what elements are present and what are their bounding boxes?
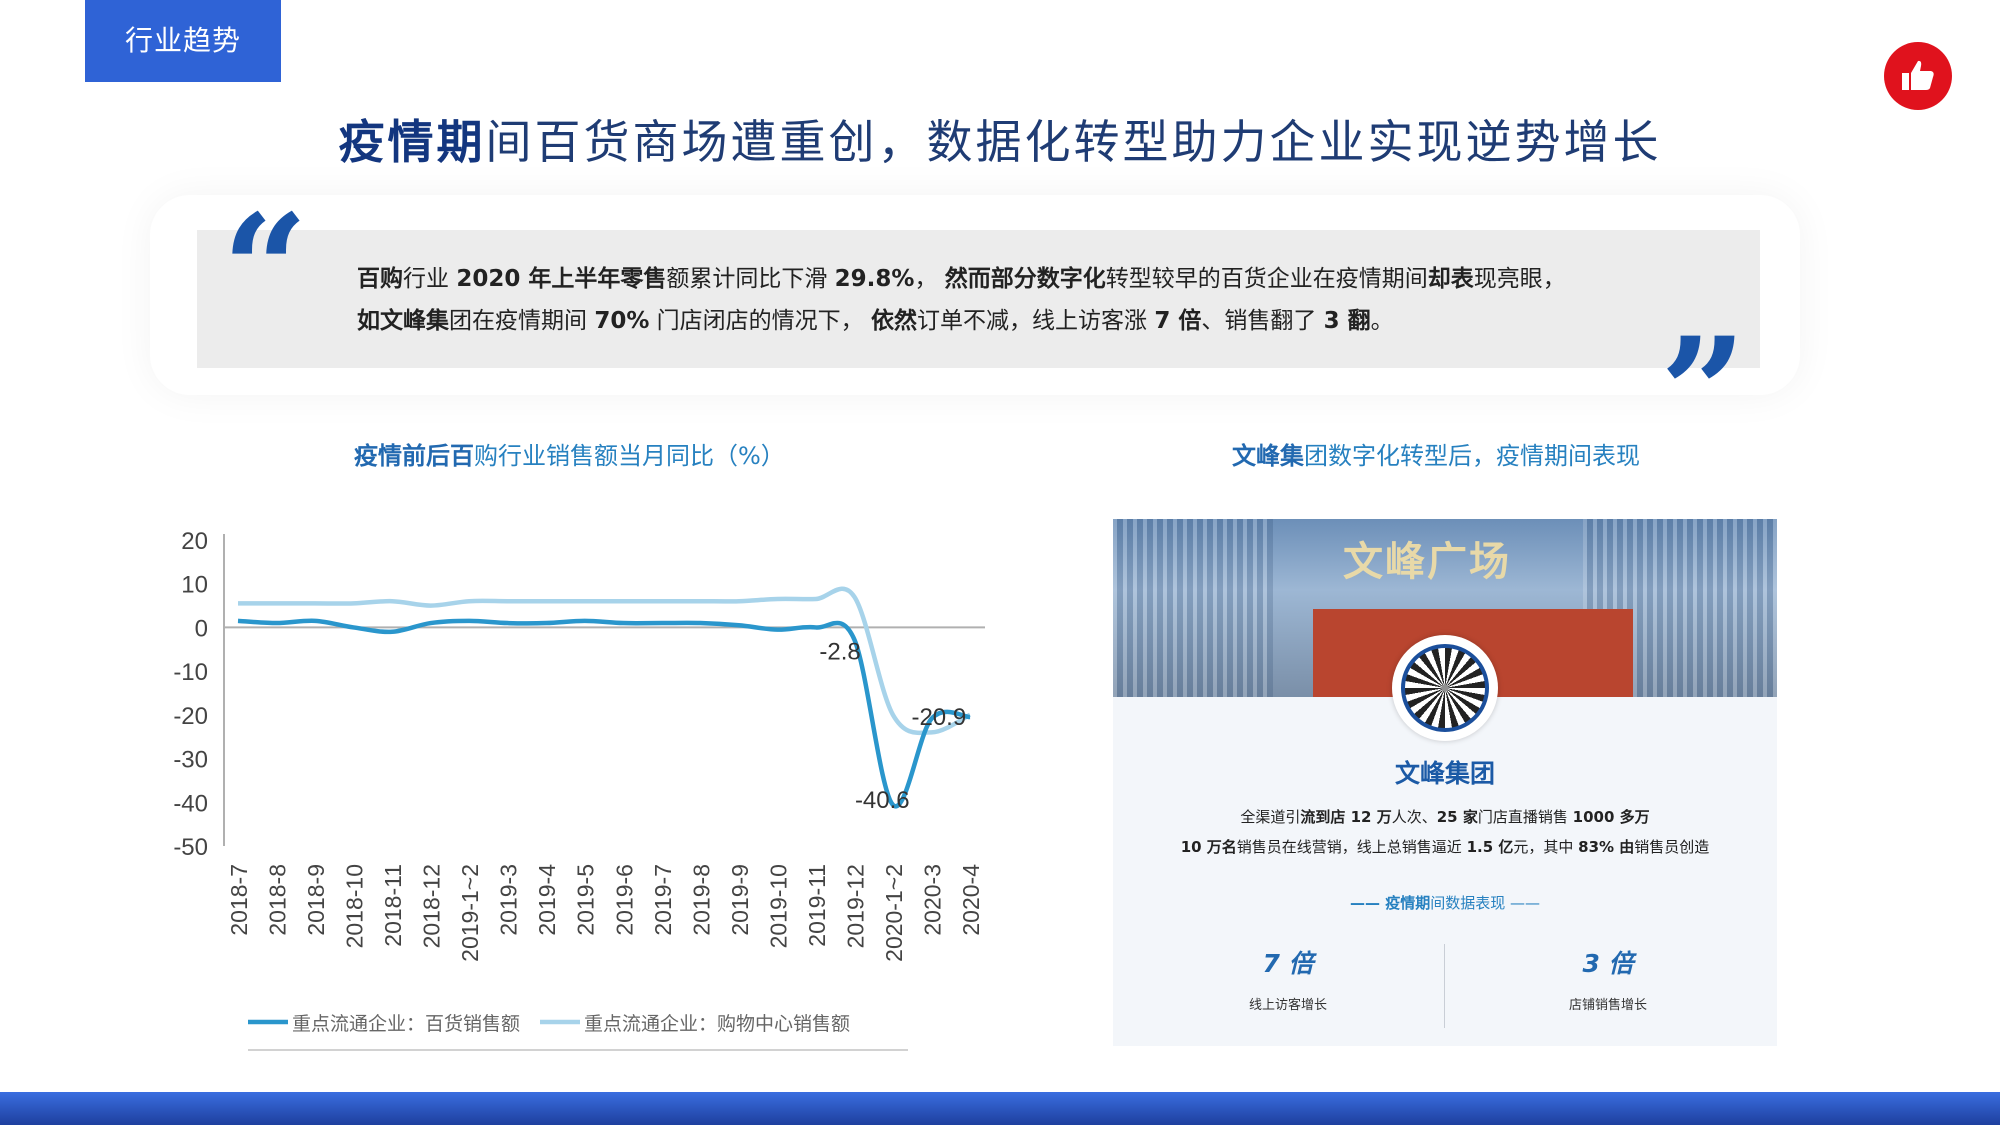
chart-svg: 20 10 0 -10 -20 -30 -40 -50 2018-7 2018-8 2018-9 20… — [173, 528, 985, 1051]
stat-visitors: 7 倍 线上访客增长 — [1188, 944, 1388, 1013]
x-tick-label: 2019-11 — [804, 864, 830, 947]
x-tick-label: 2020-3 — [919, 864, 945, 936]
x-tick-label: 2018-12 — [419, 864, 445, 948]
stat-visitors-label: 线上访客增长 — [1248, 998, 1327, 1013]
x-tick-label: 2019-5 — [573, 864, 599, 936]
store-sign: 文峰广场 — [1343, 539, 1511, 585]
y-tick-label: 0 — [195, 615, 208, 642]
x-tick-label: 2019-4 — [534, 864, 560, 936]
stat-sales-label: 店铺销售增长 — [1568, 998, 1647, 1013]
section-tag: 行业趋势 — [85, 0, 281, 82]
x-tick-label: 2020-4 — [958, 864, 984, 936]
quote-line-2: 如文峰集团在疫情期间 70% 门店闭店的情况下， 依然订单不减，线上访客涨 7 … — [357, 308, 1394, 334]
x-tick-label: 2019-8 — [688, 864, 714, 936]
stat-sales: 3 倍 店铺销售增长 — [1508, 944, 1708, 1013]
x-tick-label: 2019-9 — [727, 864, 753, 936]
sales-yoy-chart: 20 10 0 -10 -20 -30 -40 -50 2018-7 2018-8 2018-9 20… — [140, 510, 1020, 1070]
stat-visitors-value: 7 倍 — [1262, 949, 1314, 978]
quote-text: 百购行业 2020 年上半年零售额累计同比下滑 29.8%， 然而部分数字化转型… — [357, 258, 1757, 342]
card-subtitle: 文峰集团数字化转型后，疫情期间表现 — [1232, 442, 1640, 470]
y-tick-label: -10 — [173, 659, 208, 686]
x-tick-label: 2019-6 — [611, 864, 637, 936]
x-tick-label: 2019-10 — [765, 864, 791, 948]
x-tick-label: 2019-1~2 — [457, 864, 483, 962]
footer-bar — [0, 1092, 2000, 1125]
x-tick-label: 2018-11 — [380, 864, 406, 947]
legend-label: 重点流通企业：百货销售额 — [292, 1013, 520, 1035]
x-tick-label: 2018-7 — [226, 864, 252, 936]
page-title: 疫情期间百货商场遭重创，数据化转型助力企业实现逆势增长 — [338, 115, 1662, 169]
building-left — [1113, 519, 1273, 697]
y-tick-label: -20 — [173, 703, 208, 730]
open-quote-icon: “ — [222, 182, 309, 358]
x-tick-label: 2018-9 — [303, 864, 329, 936]
card-line-2: 10 万名销售员在线营销，线上总销售逼近 1.5 亿元，其中 83% 由销售员创… — [1180, 838, 1710, 856]
x-tick-label: 2018-10 — [342, 864, 368, 948]
stat-sales-value: 3 倍 — [1582, 949, 1634, 978]
stat-divider — [1444, 944, 1445, 1028]
x-tick-label: 2019-7 — [650, 864, 676, 936]
qr-pattern — [1401, 644, 1489, 732]
qr-code[interactable] — [1392, 635, 1498, 741]
thumbs-up-icon — [1884, 42, 1952, 110]
legend-label: 重点流通企业：购物中心销售额 — [584, 1013, 850, 1035]
x-tick-label: 2019-12 — [842, 864, 868, 948]
y-tick-label: 10 — [181, 572, 208, 599]
y-tick-label: -50 — [173, 834, 208, 861]
card-line-1: 全渠道引流到店 12 万人次、25 家门店直播销售 1000 多万 — [1240, 808, 1650, 826]
data-label: -2.8 — [819, 639, 860, 666]
data-label: -20.9 — [911, 704, 966, 731]
y-tick-label: 20 — [181, 528, 208, 555]
data-label: -40.6 — [855, 787, 910, 814]
card-section-heading: —— 疫情期间数据表现 —— — [1349, 894, 1540, 912]
chart-subtitle: 疫情前后百购行业销售额当月同比（%） — [354, 442, 785, 470]
quote-line-1: 百购行业 2020 年上半年零售额累计同比下滑 29.8%， 然而部分数字化转型… — [357, 266, 1566, 292]
y-tick-label: -30 — [173, 747, 208, 774]
company-name: 文峰集团 — [1394, 759, 1495, 788]
y-tick-label: -40 — [173, 790, 208, 817]
x-tick-label: 2020-1~2 — [881, 864, 907, 962]
x-tick-label: 2019-3 — [496, 864, 522, 936]
x-tick-label: 2018-8 — [265, 864, 291, 936]
